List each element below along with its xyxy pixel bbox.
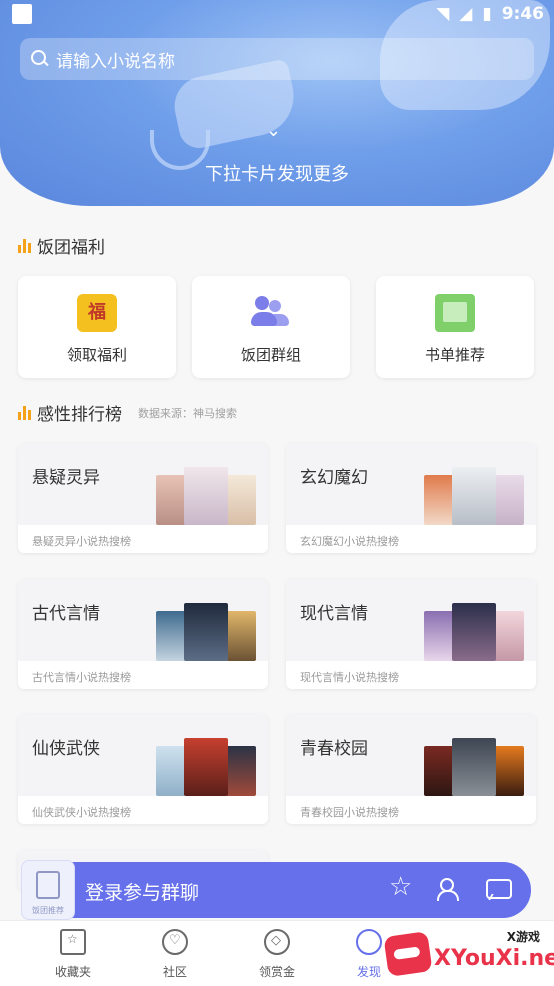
diamond-icon (264, 929, 290, 955)
book-covers (156, 603, 256, 661)
login-bar-actions (389, 872, 512, 902)
section-title: 感性排行榜 (37, 405, 122, 425)
watermark-logo: X游戏 XYouXi.net (383, 928, 554, 986)
status-time: 9:46 (501, 4, 544, 24)
nav-label: 领赏金 (258, 965, 295, 979)
group-icon (251, 294, 291, 332)
search-input[interactable]: 请输入小说名称 (20, 38, 534, 80)
data-source: 数据来源：神马搜索 (138, 406, 237, 420)
book-cover (226, 475, 256, 525)
book-cover (156, 611, 186, 661)
section-title: 饭团福利 (37, 238, 105, 258)
rank-card-title: 古代言情 (32, 604, 100, 624)
bars-icon (18, 238, 31, 253)
section-header-welfare: 饭团福利 (18, 233, 105, 258)
people-icon[interactable] (437, 876, 463, 902)
nav-item-community[interactable]: 社区 (130, 929, 220, 980)
book-cover (494, 611, 524, 661)
book-cover (184, 467, 228, 525)
welfare-card-claim[interactable]: 领取福利 (18, 276, 176, 378)
status-bar: ◥ ◢ ▮ 9:46 (0, 0, 554, 32)
welfare-card-booklist[interactable]: 书单推荐 (376, 276, 534, 378)
gift-icon (77, 294, 117, 332)
nav-item-bounty[interactable]: 领赏金 (232, 929, 322, 980)
book-cover (156, 746, 186, 796)
recommend-tag-label: 饭团推荐 (32, 906, 64, 915)
folder-star-icon (60, 929, 86, 955)
rank-card-xianxia[interactable]: 仙侠武侠 仙侠武侠小说热搜榜 (18, 714, 268, 824)
book-cover (424, 611, 454, 661)
rank-card-subtitle: 玄幻魔幻小说热搜榜 (300, 535, 399, 548)
nav-label: 社区 (162, 965, 187, 979)
star-icon[interactable] (389, 872, 415, 902)
rank-card-suspense[interactable]: 悬疑灵异 悬疑灵异小说热搜榜 (18, 443, 268, 553)
book-cover (424, 475, 454, 525)
section-header-ranking: 感性排行榜 数据来源：神马搜索 (18, 400, 237, 425)
rank-card-subtitle: 仙侠武侠小说热搜榜 (32, 806, 131, 819)
book-cover (452, 603, 496, 661)
book-cover (452, 738, 496, 796)
book-covers (156, 467, 256, 525)
watermark-main-text: XYouXi.net (434, 946, 554, 971)
signal-icon: ◢ (459, 4, 473, 24)
gamepad-logo-icon (383, 931, 433, 977)
book-covers (424, 738, 524, 796)
rank-card-fantasy[interactable]: 玄幻魔幻 玄幻魔幻小说热搜榜 (286, 443, 536, 553)
rank-card-subtitle: 现代言情小说热搜榜 (300, 671, 399, 684)
chevron-down-icon[interactable]: ⌄ (266, 120, 286, 141)
rank-card-subtitle: 悬疑灵异小说热搜榜 (32, 535, 131, 548)
rank-card-title: 现代言情 (300, 604, 368, 624)
rank-card-subtitle: 青春校园小说热搜榜 (300, 806, 399, 819)
pull-down-hint: 下拉卡片发现更多 (205, 164, 349, 185)
rank-card-ancient-romance[interactable]: 古代言情 古代言情小说热搜榜 (18, 579, 268, 689)
document-icon (36, 871, 60, 899)
rank-card-title: 玄幻魔幻 (300, 468, 368, 488)
welfare-card-group[interactable]: 饭团群组 (192, 276, 350, 378)
book-covers (424, 603, 524, 661)
book-cover (452, 467, 496, 525)
book-cover (494, 746, 524, 796)
bars-icon (18, 405, 31, 420)
chat-icon[interactable] (485, 876, 512, 902)
rank-card-title: 仙侠武侠 (32, 739, 100, 759)
login-chat-bar[interactable]: 饭团推荐 登录参与群聊 (21, 860, 531, 920)
watermark-top-text: X游戏 (506, 930, 540, 944)
search-icon (30, 49, 50, 69)
rank-card-modern-romance[interactable]: 现代言情 现代言情小说热搜榜 (286, 579, 536, 689)
wifi-icon: ◥ (436, 4, 450, 24)
battery-icon: ▮ (482, 4, 492, 24)
book-cover (184, 603, 228, 661)
notification-icon (12, 4, 32, 24)
rank-card-title: 悬疑灵异 (32, 468, 100, 488)
book-cover (226, 611, 256, 661)
status-icons: ◥ ◢ ▮ 9:46 (436, 4, 544, 24)
rank-card-title: 青春校园 (300, 739, 368, 759)
heart-icon (162, 929, 188, 955)
discover-icon (356, 929, 382, 955)
rank-card-youth[interactable]: 青春校园 青春校园小说热搜榜 (286, 714, 536, 824)
book-cover (184, 738, 228, 796)
booklist-icon (435, 294, 475, 332)
book-covers (156, 738, 256, 796)
book-covers (424, 467, 524, 525)
recommend-tag[interactable]: 饭团推荐 (21, 860, 75, 920)
welfare-label: 领取福利 (66, 346, 127, 364)
book-cover (156, 475, 186, 525)
book-cover (424, 746, 454, 796)
hero-banner[interactable]: ◥ ◢ ▮ 9:46 请输入小说名称 ⌄ 下拉卡片发现更多 (0, 0, 554, 206)
nav-label: 收藏夹 (54, 965, 91, 979)
rank-card-subtitle: 古代言情小说热搜榜 (32, 671, 131, 684)
book-cover (494, 475, 524, 525)
book-cover (226, 746, 256, 796)
welfare-label: 书单推荐 (424, 346, 485, 364)
search-placeholder: 请输入小说名称 (56, 51, 175, 72)
login-chat-text: 登录参与群聊 (85, 882, 200, 904)
nav-item-favorites[interactable]: 收藏夹 (28, 929, 118, 980)
welfare-label: 饭团群组 (240, 346, 301, 364)
